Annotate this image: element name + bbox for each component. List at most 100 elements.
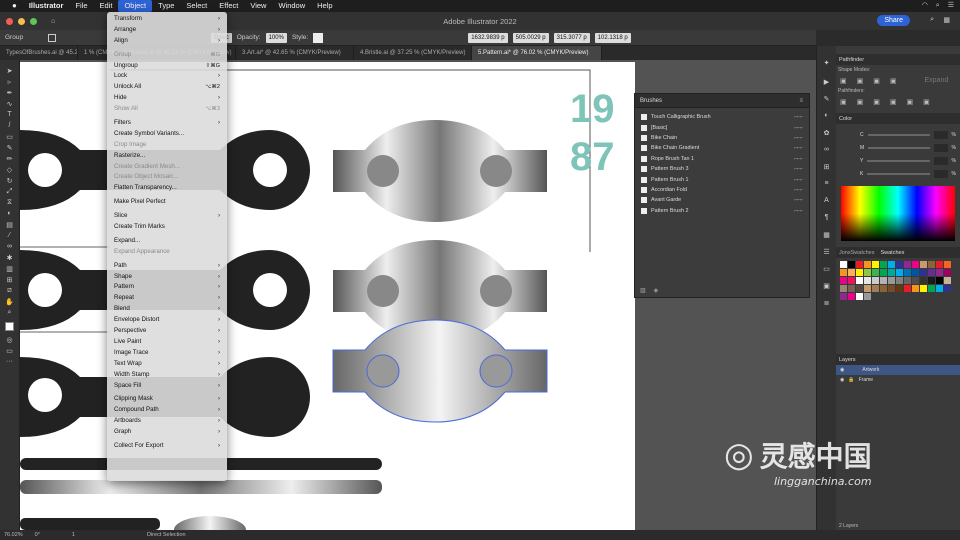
x-field[interactable]: 1632.9839 p bbox=[468, 32, 508, 43]
color-swatch[interactable] bbox=[840, 269, 847, 276]
color-swatch[interactable] bbox=[928, 269, 935, 276]
layers-panel-icon[interactable]: ≣ bbox=[822, 298, 832, 307]
object-menu-item-text-wrap[interactable]: Text Wrap › bbox=[107, 359, 227, 370]
object-menu-item-collect-for-export[interactable]: Collect For Export › bbox=[107, 441, 227, 452]
object-menu-item-blend[interactable]: Blend › bbox=[107, 304, 227, 315]
color-swatch[interactable] bbox=[856, 277, 863, 284]
draw-mode-icon[interactable]: ◎ bbox=[5, 335, 15, 344]
screen-mode-icon[interactable]: ▭ bbox=[5, 346, 15, 355]
color-swatch[interactable] bbox=[856, 285, 863, 292]
menu-type[interactable]: Type bbox=[152, 0, 180, 12]
color-swatch[interactable] bbox=[888, 269, 895, 276]
zoom-level[interactable]: 76.02% bbox=[4, 532, 23, 538]
color-swatch[interactable] bbox=[848, 269, 855, 276]
object-menu-item-image-trace[interactable]: Image Trace › bbox=[107, 348, 227, 359]
crop-icon[interactable]: ▣ bbox=[890, 98, 897, 106]
pencil-tool-icon[interactable]: ✏ bbox=[5, 154, 15, 163]
brush-item[interactable]: Touch Calligraphic Brush ⌐⌐⌐ bbox=[635, 112, 809, 122]
stroke-icon[interactable]: ☰ bbox=[822, 247, 832, 256]
color-swatch[interactable] bbox=[864, 293, 871, 300]
object-menu-item-slice[interactable]: Slice › bbox=[107, 211, 227, 222]
brush-item[interactable]: Pattern Brush 1 ⌐⌐⌐ bbox=[635, 174, 809, 184]
document-tab[interactable]: TypesOfBrushes.ai @ 45.21 % bbox=[0, 46, 78, 60]
color-swatch[interactable] bbox=[864, 261, 871, 268]
object-menu-item-width-stamp[interactable]: Width Stamp › bbox=[107, 370, 227, 381]
object-menu-item-artboards[interactable]: Artboards › bbox=[107, 416, 227, 427]
menu-view[interactable]: View bbox=[244, 0, 272, 12]
zoom-tool-icon[interactable]: ⌕ bbox=[5, 308, 15, 317]
expand-button[interactable]: Expand bbox=[925, 77, 949, 84]
scale-tool-icon[interactable]: ⤢ bbox=[5, 187, 15, 196]
menu-select[interactable]: Select bbox=[180, 0, 213, 12]
color-swatch[interactable] bbox=[928, 261, 935, 268]
object-menu-item-perspective[interactable]: Perspective › bbox=[107, 326, 227, 337]
object-menu-item-shape[interactable]: Shape › bbox=[107, 272, 227, 283]
rectangle-tool-icon[interactable]: ▭ bbox=[5, 132, 15, 141]
exclude-icon[interactable]: ▣ bbox=[890, 77, 897, 85]
channel-value-field[interactable] bbox=[933, 144, 948, 152]
color-swatch[interactable] bbox=[840, 285, 847, 292]
hand-tool-icon[interactable]: ✋ bbox=[5, 297, 15, 306]
color-swatch[interactable] bbox=[856, 261, 863, 268]
curvature-tool-icon[interactable]: ∿ bbox=[5, 99, 15, 108]
visibility-icon[interactable]: ◉ bbox=[840, 377, 844, 383]
color-swatch[interactable] bbox=[888, 261, 895, 268]
menu-help[interactable]: Help bbox=[311, 0, 338, 12]
swatches-tab-jons[interactable]: JonsSwatches bbox=[839, 250, 874, 256]
channel-value-field[interactable] bbox=[933, 131, 948, 139]
color-swatch[interactable] bbox=[872, 285, 879, 292]
color-swatch[interactable] bbox=[888, 285, 895, 292]
channel-slider[interactable] bbox=[867, 160, 930, 162]
layer-row-artwork[interactable]: ◉ Artwork bbox=[836, 365, 960, 375]
swatches-tab-swatches[interactable]: Swatches bbox=[880, 250, 904, 256]
color-swatch[interactable] bbox=[848, 285, 855, 292]
color-channel-y[interactable]: Y% bbox=[860, 156, 956, 166]
color-swatch[interactable] bbox=[936, 277, 943, 284]
color-swatch[interactable] bbox=[848, 277, 855, 284]
document-tab[interactable]: 3.Art.ai* @ 42.65 % (CMYK/Preview) bbox=[236, 46, 354, 60]
object-menu-item-space-fill[interactable]: Space Fill › bbox=[107, 381, 227, 392]
apple-icon[interactable]: ● bbox=[6, 0, 23, 12]
color-swatch[interactable] bbox=[872, 269, 879, 276]
brush-item[interactable]: Avant Garde ⌐⌐⌐ bbox=[635, 195, 809, 205]
panel-menu-icon[interactable]: ≡ bbox=[799, 98, 803, 104]
color-swatch[interactable] bbox=[920, 261, 927, 268]
outline-icon[interactable]: ▣ bbox=[907, 98, 914, 106]
eyedropper-tool-icon[interactable]: ⁄ bbox=[5, 231, 15, 240]
swatches-icon[interactable]: ▦ bbox=[822, 230, 832, 239]
opacity-field[interactable]: 100% bbox=[265, 32, 287, 43]
eraser-tool-icon[interactable]: ◇ bbox=[5, 165, 15, 174]
color-swatch[interactable] bbox=[896, 261, 903, 268]
color-swatch[interactable] bbox=[888, 277, 895, 284]
channel-slider[interactable] bbox=[867, 173, 930, 175]
color-swatch[interactable] bbox=[904, 269, 911, 276]
more-tools-icon[interactable]: ··· bbox=[5, 357, 15, 366]
channel-value-field[interactable] bbox=[933, 157, 948, 165]
brush-item[interactable]: Bike Chain Gradient ⌐⌐⌐ bbox=[635, 143, 809, 153]
rotation-level[interactable]: 0° bbox=[35, 532, 40, 538]
menu-object[interactable]: Object bbox=[118, 0, 153, 12]
channel-slider[interactable] bbox=[868, 147, 930, 149]
color-swatch[interactable] bbox=[904, 261, 911, 268]
color-swatch[interactable] bbox=[896, 269, 903, 276]
lock-icon[interactable]: 🔒 bbox=[848, 377, 854, 383]
object-menu-item-transform[interactable]: Transform › bbox=[107, 14, 227, 25]
object-menu-item-unlock-all[interactable]: Unlock All ⌥⌘2 bbox=[107, 82, 227, 93]
menu-illustrator[interactable]: Illustrator bbox=[23, 0, 70, 12]
brush-libraries-icon[interactable]: ▥ bbox=[640, 287, 646, 294]
style-swatch[interactable] bbox=[313, 32, 324, 43]
gradient-tool-icon[interactable]: ▤ bbox=[5, 220, 15, 229]
image-icon[interactable]: ▣ bbox=[822, 281, 832, 290]
brush-item[interactable]: Rope Brush Tan 1 ⌐⌐⌐ bbox=[635, 154, 809, 164]
object-menu-item-create-symbol-variants[interactable]: Create Symbol Variants... bbox=[107, 129, 227, 140]
object-menu-item-filters[interactable]: Filters › bbox=[107, 118, 227, 129]
color-swatch[interactable] bbox=[864, 285, 871, 292]
color-swatch[interactable] bbox=[880, 269, 887, 276]
brush-item[interactable]: Pattern Brush 2 ⌐⌐⌐ bbox=[635, 206, 809, 216]
play-icon[interactable]: ▶ bbox=[822, 77, 832, 86]
line-tool-icon[interactable]: / bbox=[5, 121, 15, 130]
color-swatch[interactable] bbox=[904, 285, 911, 292]
color-swatch[interactable] bbox=[912, 261, 919, 268]
color-swatch[interactable] bbox=[880, 277, 887, 284]
color-swatch[interactable] bbox=[872, 277, 879, 284]
